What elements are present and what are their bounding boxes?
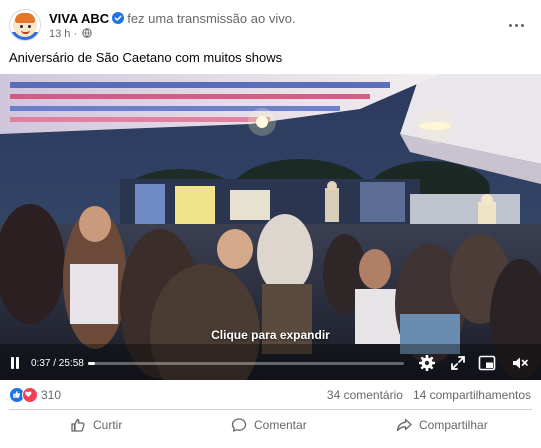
thumbs-up-icon (71, 418, 85, 432)
progress-fill (88, 362, 96, 365)
video-player[interactable]: Clique para expandir 0:37 / 25:58 (0, 74, 541, 380)
actions-divider (9, 409, 532, 410)
settings-gear-icon[interactable] (418, 354, 436, 372)
reaction-count: 310 (41, 388, 62, 402)
shares-count-link[interactable]: 14 compartilhamentos (413, 388, 531, 402)
post-action-text: fez uma transmissão ao vivo. (127, 11, 296, 26)
progress-bar[interactable] (88, 362, 404, 365)
post-caption: Aniversário de São Caetano com muitos sh… (9, 50, 283, 65)
share-arrow-icon (396, 418, 412, 432)
like-button[interactable]: Curtir (70, 413, 122, 437)
post-meta: 13 h · (49, 28, 92, 40)
verified-badge-icon (112, 12, 125, 24)
post-author-line: VIVA ABC fez uma transmissão ao vivo. (49, 11, 296, 27)
globe-icon (82, 28, 92, 38)
post-header: VIVA ABC fez uma transmissão ao vivo. 13 … (0, 0, 541, 44)
page-avatar[interactable] (9, 9, 41, 41)
video-time: 0:37 / 25:58 (31, 358, 84, 369)
share-button-label: Compartilhar (419, 418, 488, 432)
muted-volume-icon[interactable] (511, 354, 529, 372)
comments-count-link[interactable]: 34 comentário (327, 388, 403, 402)
video-controls: 0:37 / 25:58 (0, 348, 541, 380)
more-options-icon[interactable] (504, 13, 528, 37)
page-name-link[interactable]: VIVA ABC (49, 11, 109, 26)
like-button-label: Curtir (93, 418, 123, 432)
expand-hint[interactable]: Clique para expandir (0, 328, 541, 342)
love-reaction-icon (22, 387, 38, 403)
comment-button-label: Comentar (254, 418, 307, 432)
comment-button[interactable]: Comentar (231, 413, 307, 437)
post-stats: 34 comentário 14 compartilhamentos (327, 388, 531, 402)
picture-in-picture-icon[interactable] (478, 354, 496, 372)
pause-icon[interactable] (9, 357, 21, 371)
fullscreen-icon[interactable] (449, 354, 467, 372)
share-button[interactable]: Compartilhar (396, 413, 488, 437)
facebook-post: VIVA ABC fez uma transmissão ao vivo. 13 … (0, 0, 541, 448)
comment-bubble-icon (231, 418, 247, 432)
post-timestamp[interactable]: 13 h · (49, 28, 77, 40)
